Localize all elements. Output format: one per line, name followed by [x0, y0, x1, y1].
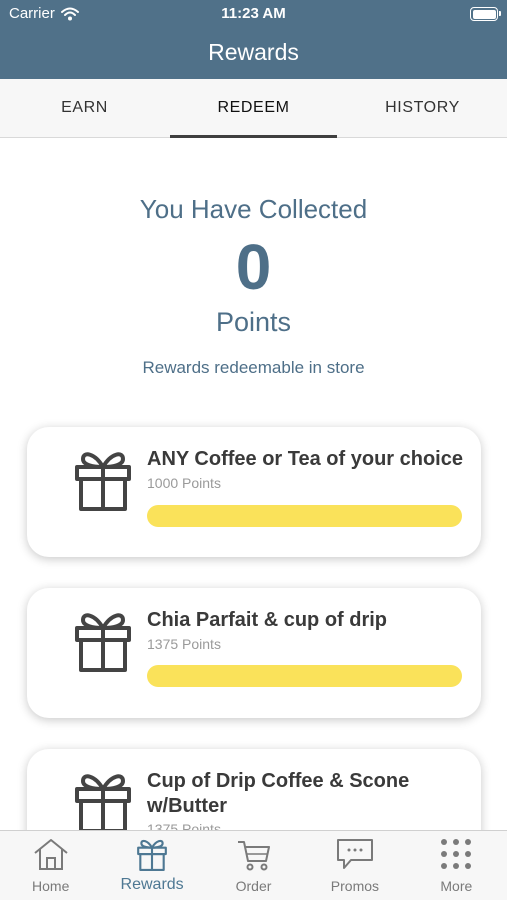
tab-more[interactable]: More	[406, 831, 507, 900]
gift-icon	[137, 839, 167, 871]
reward-points: 1375 Points	[147, 636, 221, 652]
tab-earn[interactable]: EARN	[0, 79, 169, 137]
tab-promos-label: Promos	[330, 878, 380, 894]
tab-history[interactable]: HISTORY	[338, 79, 507, 137]
reward-points: 1000 Points	[147, 475, 221, 491]
page-title: Rewards	[208, 39, 299, 65]
reward-card[interactable]: ANY Coffee or Tea of your choice 1000 Po…	[27, 427, 481, 557]
gift-icon	[75, 613, 131, 672]
tab-home[interactable]: Home	[0, 831, 101, 900]
rewards-tabs: EARN REDEEM HISTORY	[0, 79, 507, 138]
cart-icon	[237, 841, 270, 871]
redeem-note: Rewards redeemable in store	[142, 358, 365, 377]
reward-title: ANY Coffee or Tea of your choice	[147, 448, 463, 470]
reward-title: Chia Parfait & cup of drip	[147, 609, 388, 631]
collected-heading: You Have Collected	[139, 194, 368, 224]
tab-redeem[interactable]: REDEEM	[169, 79, 338, 138]
tab-rewards-label: Rewards	[120, 876, 184, 893]
home-icon	[34, 839, 68, 870]
reward-card[interactable]: Chia Parfait & cup of drip 1375 Points	[27, 588, 481, 718]
tab-home-label: Home	[32, 878, 70, 894]
points-label: Points	[215, 307, 292, 337]
reward-progress-bar	[147, 665, 462, 687]
battery-icon	[470, 7, 501, 21]
grid-dots-icon	[441, 839, 472, 869]
tab-rewards[interactable]: Rewards	[101, 831, 202, 900]
tab-more-label: More	[440, 878, 473, 894]
bottom-tab-bar: Home Rewards Order Promos More	[0, 830, 507, 900]
gift-icon	[75, 452, 131, 511]
points-total: 0	[235, 231, 272, 303]
status-bar: Carrier 11:23 AM	[0, 0, 507, 28]
chat-bubble-icon	[336, 839, 373, 869]
tab-order[interactable]: Order	[203, 831, 304, 900]
navigation-bar: Carrier 11:23 AM Rewards	[0, 0, 507, 79]
reward-progress-bar	[147, 505, 462, 527]
gift-icon	[75, 774, 131, 833]
tab-promos[interactable]: Promos	[304, 831, 405, 900]
reward-title: Cup of Drip Coffee & Scone w/Butter	[147, 770, 410, 817]
tab-order-label: Order	[235, 878, 272, 894]
clock: 11:23 AM	[221, 5, 286, 22]
